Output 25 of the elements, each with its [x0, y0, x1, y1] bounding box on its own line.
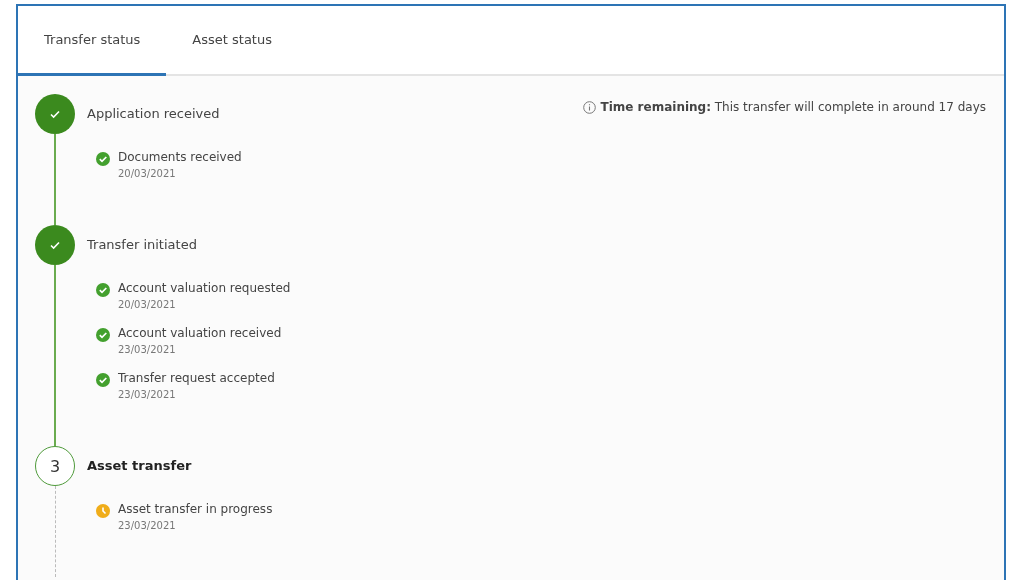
clock-icon: [96, 504, 110, 518]
check-circle-icon: [35, 94, 75, 134]
tab[interactable]: Transfer status: [18, 6, 167, 76]
check-icon: [96, 152, 110, 166]
step-label: Account valuation received: [118, 326, 282, 340]
step-date: 20/03/2021: [118, 299, 177, 310]
stage-title: Application received: [87, 105, 221, 123]
check-circle-icon: [35, 225, 75, 265]
step-label: Account valuation requested: [118, 281, 291, 295]
stage-title: Asset transfer: [87, 457, 193, 475]
step-date: 23/03/2021: [118, 520, 177, 531]
step-label: Documents received: [118, 150, 242, 164]
step-date: 20/03/2021: [118, 168, 177, 179]
step-number: 3: [35, 446, 75, 486]
tab[interactable]: Asset status: [166, 6, 298, 76]
info-icon: [583, 100, 597, 114]
stage-title: Transfer initiated: [87, 236, 198, 254]
step-label: Transfer request accepted: [118, 371, 275, 385]
step-date: 23/03/2021: [118, 389, 177, 400]
step-label: Asset transfer in progress: [118, 502, 273, 516]
step-date: 23/03/2021: [118, 344, 177, 355]
check-icon: [96, 328, 110, 342]
check-icon: [96, 373, 110, 387]
time-remaining-text: Time remaining: This transfer will complete in around 17 days: [600, 100, 986, 114]
check-icon: [96, 283, 110, 297]
